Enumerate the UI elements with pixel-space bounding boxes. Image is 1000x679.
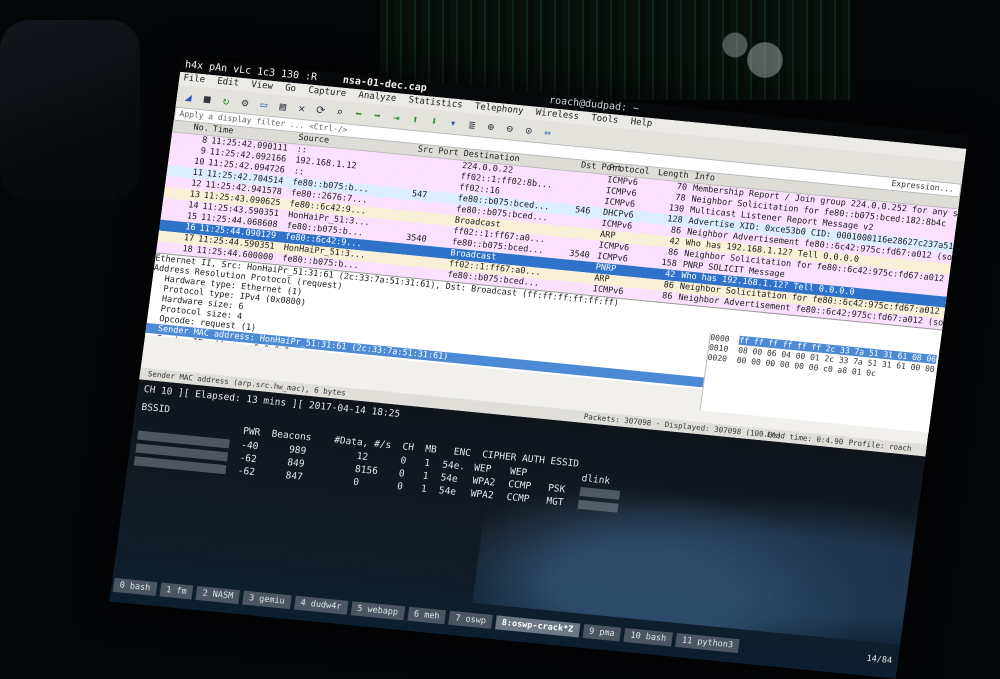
go-forward-icon[interactable]: ➡: [369, 107, 386, 123]
menu-telephony[interactable]: Telephony: [474, 102, 524, 117]
hex-offset: 0010: [708, 342, 729, 354]
zoom-in-icon[interactable]: ⊕: [483, 118, 500, 134]
last-packet-icon[interactable]: ⬇: [426, 113, 443, 129]
restart-capture-icon[interactable]: ↻: [218, 92, 235, 108]
bssid-label: BSSID: [140, 401, 171, 416]
terminal-background-art: [472, 454, 921, 645]
menu-view[interactable]: View: [251, 80, 274, 92]
tmux-tab[interactable]: 6 meh: [407, 606, 447, 625]
tmux-tab[interactable]: 2 NASM: [195, 586, 240, 605]
tmux-tab[interactable]: 9 pma: [582, 623, 622, 642]
tmux-tab[interactable]: 1 fm: [159, 582, 194, 600]
colorize-icon[interactable]: ≣: [464, 116, 481, 132]
autoscroll-icon[interactable]: ▾: [445, 115, 462, 131]
ap-cell-enc: WPA2: [471, 475, 496, 489]
tmux-tab[interactable]: 3 gemiu: [242, 590, 292, 610]
hex-offset: 0000: [709, 332, 731, 344]
menu-edit[interactable]: Edit: [217, 77, 240, 89]
ap-cell-enc: WEP: [473, 462, 492, 476]
ap-cell-pwr: -40: [240, 439, 260, 453]
tmux-tab[interactable]: 8:oswp-crack*Z: [494, 615, 581, 638]
zoom-out-icon[interactable]: ⊖: [501, 120, 518, 136]
ap-cell-ch: 1: [421, 470, 430, 482]
tmux-tab[interactable]: 10 bash: [623, 627, 674, 647]
close-file-icon[interactable]: ✕: [293, 100, 310, 116]
open-file-icon[interactable]: ▭: [256, 96, 273, 112]
ap-cell-s: 0: [398, 468, 406, 480]
menu-analyze[interactable]: Analyze: [358, 90, 397, 104]
menu-go[interactable]: Go: [285, 83, 297, 94]
page-indicator: 14/84: [865, 653, 893, 667]
ap-cell-pwr: -62: [237, 465, 256, 479]
normal-size-icon[interactable]: ⊙: [520, 122, 537, 138]
save-file-icon[interactable]: ▤: [275, 98, 292, 114]
ap-cell-auth: MGT: [545, 495, 565, 509]
menu-tools[interactable]: Tools: [591, 113, 619, 126]
ap-cell-auth: PSK: [547, 482, 566, 496]
ap-cell-data: 0: [352, 476, 360, 489]
hex-offset: 0020: [707, 352, 728, 364]
ap-cell-ch: 1: [423, 457, 431, 470]
tmux-tab[interactable]: 5 webapp: [350, 601, 405, 621]
ap-cell-beacons: 847: [284, 470, 304, 483]
go-back-icon[interactable]: ⬅: [350, 105, 367, 121]
stop-capture-icon[interactable]: ■: [199, 90, 216, 106]
ap-cell-mb: 54e.: [441, 459, 466, 473]
background-artwork: [690, 0, 840, 100]
menu-wireless[interactable]: Wireless: [535, 108, 579, 122]
first-packet-icon[interactable]: ⬆: [407, 111, 424, 127]
menu-help[interactable]: Help: [630, 117, 653, 129]
ap-cell-ch: 1: [420, 483, 428, 495]
ap-cell-s: 0: [396, 481, 404, 493]
tmux-tab[interactable]: 4 dudw4r: [293, 595, 349, 615]
go-to-packet-icon[interactable]: ⇥: [388, 109, 405, 125]
menu-file[interactable]: File: [183, 73, 206, 85]
start-capture-icon[interactable]: ◢: [180, 89, 197, 105]
ap-cell-data: 8156: [354, 463, 379, 478]
ap-cell-beacons: 849: [286, 457, 306, 470]
ap-cell-cipher: WEP: [509, 466, 528, 479]
ap-cell-mb: 54e: [438, 485, 457, 498]
background-object: [0, 20, 140, 200]
menu-capture[interactable]: Capture: [308, 86, 347, 100]
ap-cell-cipher: CCMP: [505, 491, 531, 505]
ap-cell-cipher: CCMP: [507, 478, 532, 493]
reload-file-icon[interactable]: ⟳: [312, 102, 329, 118]
ap-cell-enc: WPA2: [469, 488, 495, 502]
tmux-tab[interactable]: 7 oswp: [448, 610, 493, 629]
tmux-tab[interactable]: 0 bash: [112, 577, 158, 596]
ap-cell-s: 0: [399, 455, 407, 467]
ap-cell-pwr: -62: [238, 452, 258, 466]
find-packet-icon[interactable]: ⌕: [331, 103, 348, 119]
resize-columns-icon[interactable]: ⇔: [539, 124, 556, 140]
ap-cell-beacons: 989: [288, 444, 307, 457]
monitor-screen: h4x pAn vLc 1c3 130 :R nsa-01-dec.cap ro…: [109, 58, 969, 679]
ap-cell-data: 12: [355, 450, 369, 464]
ap-cell-mb: 54e: [439, 472, 459, 485]
capture-options-icon[interactable]: ⚙: [237, 94, 254, 110]
tmux-tab[interactable]: 11 python3: [675, 633, 740, 654]
